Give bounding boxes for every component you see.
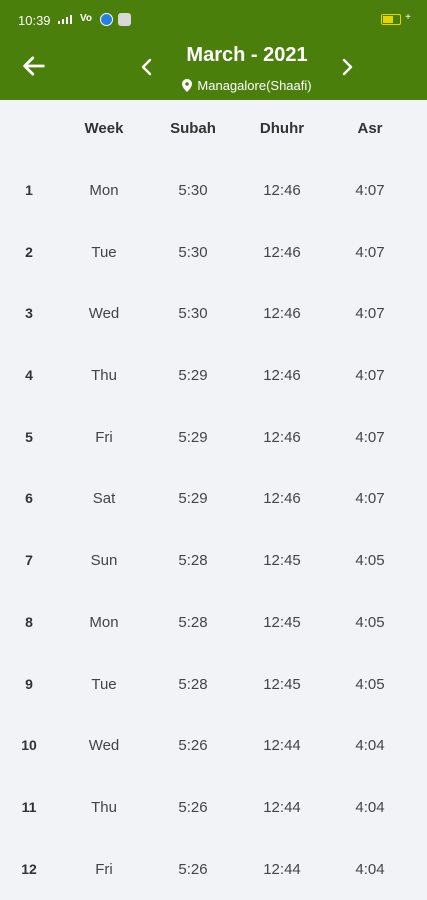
dhuhr-time: 12:46 [263, 182, 301, 199]
table-row: 10 Wed 5:26 12:44 4:04 [0, 717, 427, 779]
subah-time: 5:29 [178, 428, 208, 446]
asr-time: 4:07 [355, 490, 385, 508]
charging-icon: + [405, 12, 411, 23]
table-row: 5 Fri 5:29 12:46 4:07 [0, 409, 427, 471]
network-type: Vo [80, 13, 93, 24]
location-selector[interactable]: Managalore(Shaafi) [147, 78, 347, 93]
month-title: March - 2021 [186, 44, 308, 66]
subah-time: 5:30 [178, 305, 208, 323]
weekday: Sun [90, 552, 118, 570]
asr-time: 4:05 [355, 613, 385, 631]
dhuhr-time: 12:46 [263, 490, 301, 508]
asr-time: 4:07 [355, 367, 385, 385]
signal-icon [58, 14, 72, 24]
location-label: Managalore(Shaafi) [197, 78, 312, 93]
app-bar: March - 2021 Managalore(Shaafi) [0, 40, 427, 100]
subah-time: 5:30 [178, 243, 208, 261]
weekday: Wed [88, 305, 120, 323]
dhuhr-time: 12:44 [263, 798, 301, 816]
dhuhr-time: 12:46 [263, 305, 301, 323]
table-row: 2 Tue 5:30 12:46 4:07 [0, 224, 427, 286]
notification-app-icon-2 [118, 13, 131, 26]
column-header-dhuhr: Dhuhr [259, 120, 305, 137]
asr-time: 4:07 [355, 428, 385, 446]
dhuhr-time: 12:46 [263, 367, 301, 385]
weekday: Fri [95, 860, 113, 878]
asr-time: 4:07 [355, 182, 385, 199]
day-number: 4 [25, 367, 33, 384]
asr-time: 4:04 [355, 860, 385, 878]
column-header-subah: Subah [170, 120, 216, 137]
day-number: 1 [25, 182, 33, 198]
battery-icon [381, 14, 401, 25]
weekday: Thu [91, 367, 117, 385]
dhuhr-time: 12:46 [263, 428, 301, 446]
day-number: 6 [25, 490, 33, 507]
dhuhr-time: 12:45 [263, 552, 301, 570]
next-month-icon[interactable] [338, 56, 356, 78]
prayer-times-list: 1 Mon 5:30 12:46 4:07 2 Tue 5:30 12:46 4:07 3 Wed 5:… [0, 162, 427, 900]
dhuhr-time: 12:44 [263, 737, 301, 755]
weekday: Thu [91, 798, 117, 816]
subah-time: 5:26 [178, 737, 208, 755]
dhuhr-time: 12:44 [263, 860, 301, 878]
table-row: 9 Tue 5:28 12:45 4:05 [0, 656, 427, 718]
day-number: 8 [25, 613, 33, 630]
back-arrow-icon[interactable] [20, 52, 48, 80]
weekday: Fri [95, 428, 113, 446]
day-number: 5 [25, 428, 33, 445]
subah-time: 5:28 [178, 675, 208, 693]
asr-time: 4:05 [355, 675, 385, 693]
table-header: Week Subah Dhuhr Asr [0, 120, 427, 142]
day-number: 9 [25, 675, 33, 692]
notification-app-icon [100, 13, 113, 26]
subah-time: 5:26 [178, 860, 208, 878]
table-row: 12 Fri 5:26 12:44 4:04 [0, 841, 427, 900]
weekday: Mon [89, 613, 119, 631]
dhuhr-time: 12:46 [263, 243, 301, 261]
column-header-asr: Asr [357, 120, 383, 137]
asr-time: 4:07 [355, 243, 385, 261]
day-number: 3 [25, 305, 33, 322]
subah-time: 5:26 [178, 798, 208, 816]
table-row: 11 Thu 5:26 12:44 4:04 [0, 779, 427, 841]
asr-time: 4:04 [355, 798, 385, 816]
table-row: 7 Sun 5:28 12:45 4:05 [0, 532, 427, 594]
subah-time: 5:28 [178, 613, 208, 631]
day-number: 10 [21, 737, 37, 754]
table-row: 8 Mon 5:28 12:45 4:05 [0, 594, 427, 656]
asr-time: 4:04 [355, 737, 385, 755]
table-row: 3 Wed 5:30 12:46 4:07 [0, 285, 427, 347]
dhuhr-time: 12:45 [263, 675, 301, 693]
weekday: Mon [89, 182, 119, 199]
weekday: Sat [92, 490, 116, 508]
table-row: 1 Mon 5:30 12:46 4:07 [0, 162, 427, 224]
subah-time: 5:29 [178, 367, 208, 385]
status-bar: 10:39 Vo + [0, 0, 427, 40]
weekday: Wed [88, 737, 120, 755]
asr-time: 4:07 [355, 305, 385, 323]
day-number: 2 [25, 243, 33, 260]
table-row: 6 Sat 5:29 12:46 4:07 [0, 470, 427, 532]
day-number: 12 [21, 860, 37, 877]
day-number: 11 [21, 798, 37, 815]
subah-time: 5:28 [178, 552, 208, 570]
status-time: 10:39 [18, 13, 51, 28]
dhuhr-time: 12:45 [263, 613, 301, 631]
weekday: Tue [91, 675, 117, 693]
asr-time: 4:05 [355, 552, 385, 570]
subah-time: 5:30 [178, 182, 208, 199]
weekday: Tue [91, 243, 117, 261]
column-header-week: Week [84, 120, 124, 137]
day-number: 7 [25, 552, 33, 569]
map-pin-icon [182, 79, 193, 92]
subah-time: 5:29 [178, 490, 208, 508]
table-row: 4 Thu 5:29 12:46 4:07 [0, 347, 427, 409]
